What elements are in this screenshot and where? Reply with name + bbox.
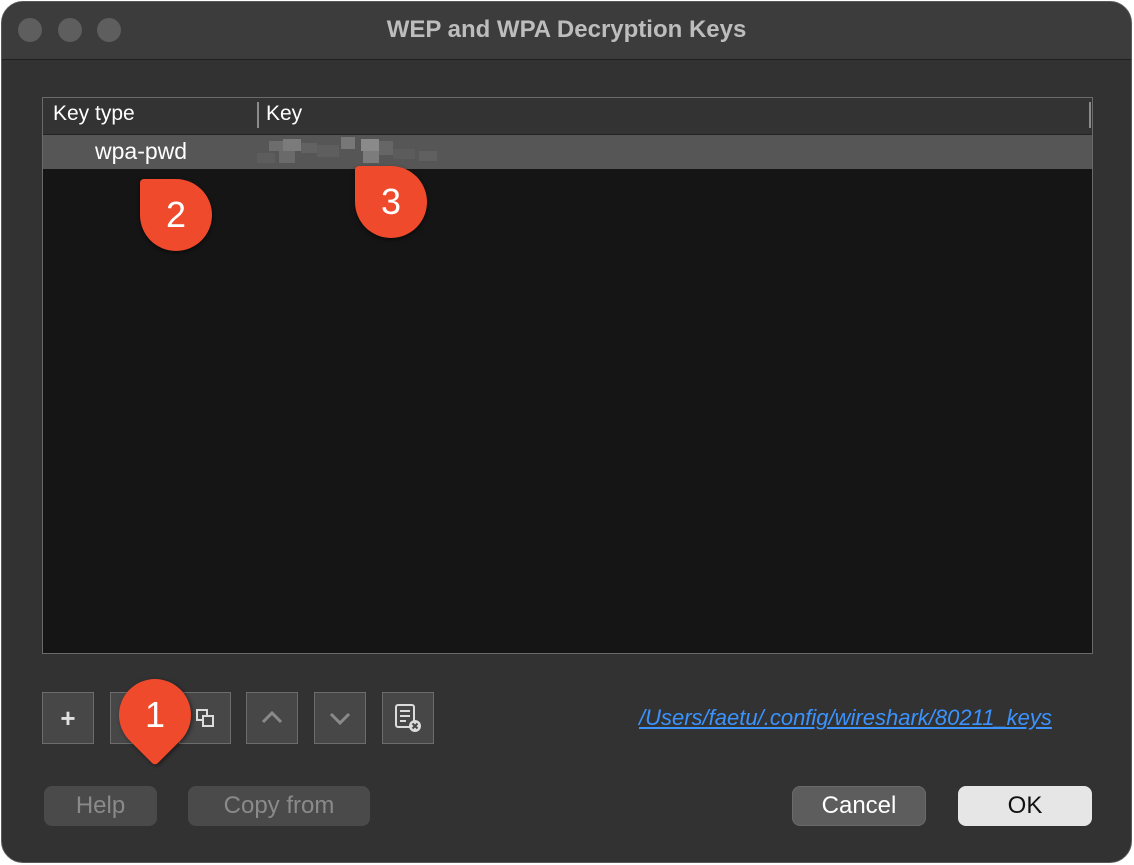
clear-icon [395, 704, 421, 732]
ok-button[interactable]: OK [958, 786, 1092, 826]
cancel-button[interactable]: Cancel [792, 786, 926, 826]
table-header: Key type Key [43, 98, 1092, 135]
window-title: WEP and WPA Decryption Keys [386, 16, 747, 43]
keys-table[interactable]: Key type Key wpa-pwd [42, 97, 1093, 654]
move-down-icon [329, 712, 351, 726]
key-cell-pixelated[interactable] [251, 135, 451, 169]
help-button[interactable]: Help [44, 786, 157, 826]
add-icon: + [60, 702, 76, 733]
copy-icon [196, 709, 214, 727]
column-separator[interactable] [1089, 102, 1091, 128]
table-row[interactable]: wpa-pwd [43, 135, 1092, 169]
keys-file-path-link[interactable]: /Users/faetu/.config/wireshark/80211_key… [639, 705, 1052, 731]
annotation-badge-1: 1 [104, 664, 206, 766]
key-type-cell[interactable]: wpa-pwd [95, 138, 187, 165]
move-up-icon [261, 710, 283, 724]
dialog-window: WEP and WPA Decryption Keys Key type Key… [1, 1, 1132, 863]
add-key-button[interactable]: + [42, 692, 94, 744]
column-header-key[interactable]: Key [266, 102, 302, 126]
title-bar: WEP and WPA Decryption Keys [2, 2, 1131, 60]
annotation-badge-3: 3 [355, 166, 427, 238]
move-up-button[interactable] [246, 692, 298, 744]
column-header-key-type[interactable]: Key type [53, 102, 135, 126]
annotation-badge-2: 2 [140, 179, 212, 251]
clear-keys-button[interactable] [382, 692, 434, 744]
column-separator[interactable] [257, 102, 259, 128]
copy-from-button[interactable]: Copy from [188, 786, 370, 826]
move-down-button[interactable] [314, 692, 366, 744]
